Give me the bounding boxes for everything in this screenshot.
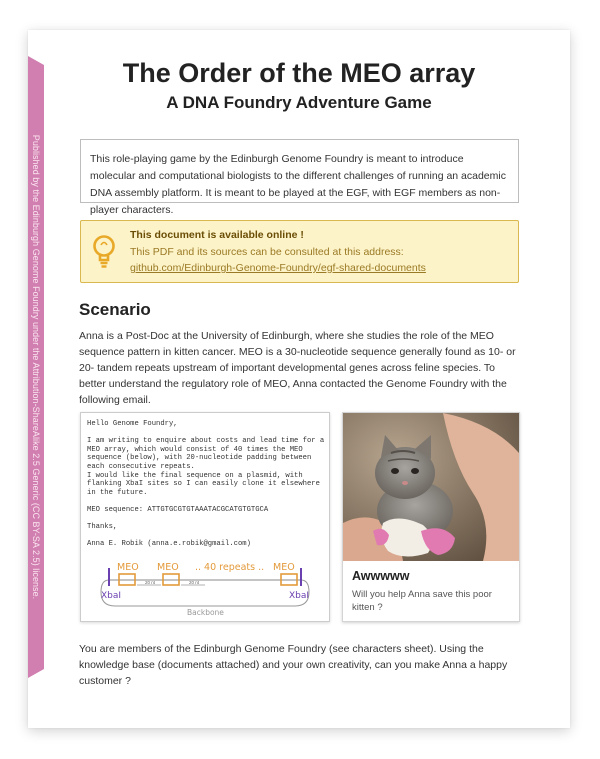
backbone-line xyxy=(100,579,310,607)
intro-box: This role-playing game by the Edinburgh … xyxy=(80,139,519,216)
online-note-box: This document is available online ! This… xyxy=(80,220,519,283)
kitten-photo xyxy=(343,413,519,561)
page-subtitle: A DNA Foundry Adventure Game xyxy=(166,93,432,112)
card-title: Awwwww xyxy=(352,569,410,583)
email-body: Hello Genome Foundry, I am writing to en… xyxy=(87,420,325,549)
kitten-card: Awwwww Will you help Anna save this poor… xyxy=(342,412,520,622)
meo-label-1: MEO xyxy=(117,562,139,573)
scenario-heading: Scenario xyxy=(79,300,151,319)
meo-array-diagram: 20 nt 20 nt MEO MEO .. 40 repeats .. MEO… xyxy=(100,562,310,616)
scenario-paragraph: Anna is a Post-Doc at the University of … xyxy=(79,330,516,406)
kitten-illustration xyxy=(343,413,519,561)
github-link[interactable]: github.com/Edinburgh-Genome-Foundry/egf-… xyxy=(130,262,426,274)
backbone-label: Backbone xyxy=(187,608,224,616)
page-title: The Order of the MEO array xyxy=(122,58,476,88)
closing-paragraph: You are members of the Edinburgh Genome … xyxy=(79,643,508,687)
repeats-label: .. 40 repeats .. xyxy=(195,562,264,573)
xbai-right-label: XbaI xyxy=(289,591,309,601)
license-text: Published by the Edinburgh Genome Foundr… xyxy=(31,134,41,600)
lightbulb-icon xyxy=(93,235,115,268)
spacer-1-label: 20 nt xyxy=(145,580,156,585)
note-text: This PDF and its sources can be consulte… xyxy=(130,246,404,258)
card-text: Will you help Anna save this poor kitten… xyxy=(352,589,492,613)
note-heading: This document is available online ! xyxy=(130,229,304,241)
spacer-2-label: 20 nt xyxy=(189,580,200,585)
meo-label-3: MEO xyxy=(273,562,295,573)
meo-label-2: MEO xyxy=(157,562,179,573)
xbai-left-label: XbaI xyxy=(101,591,121,601)
email-box: Hello Genome Foundry, I am writing to en… xyxy=(80,412,330,622)
